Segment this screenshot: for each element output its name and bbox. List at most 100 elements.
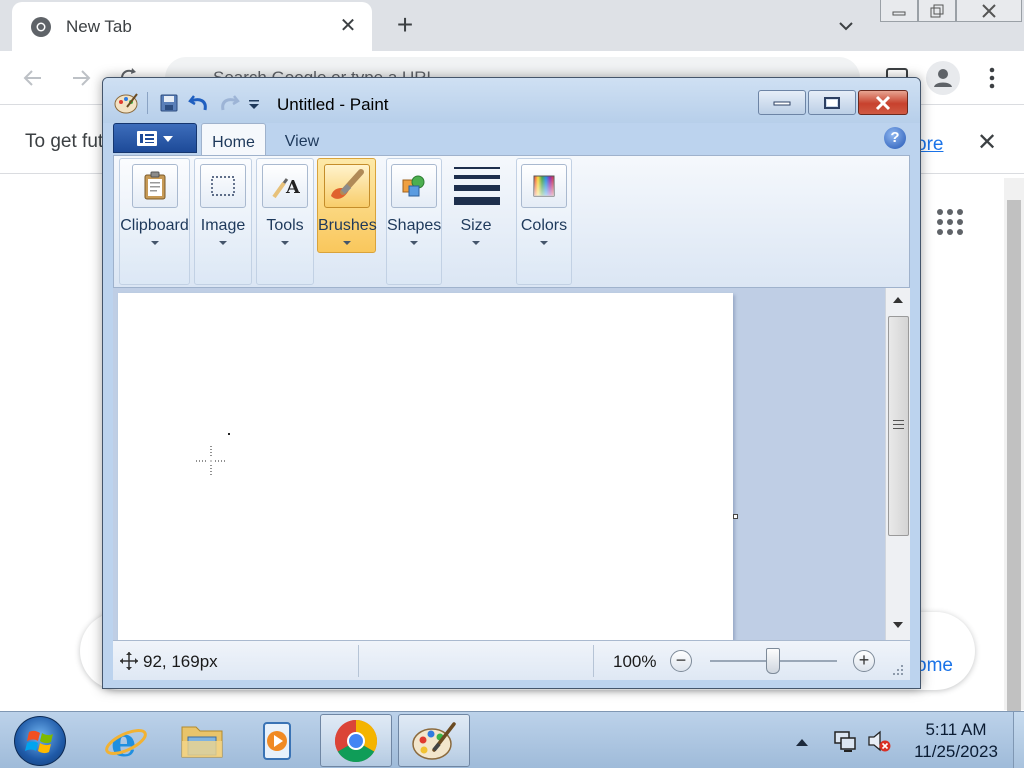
info-bar-close-icon[interactable]: ✕: [977, 128, 997, 157]
canvas-vertical-scrollbar[interactable]: [885, 288, 910, 640]
cursor-position: 92, 169px: [143, 652, 218, 671]
dropdown-arrow-icon: [540, 241, 548, 245]
minimize-icon: [892, 11, 906, 15]
paint-menu-button[interactable]: [113, 123, 197, 153]
paint-maximize-button[interactable]: [808, 90, 856, 115]
profile-avatar[interactable]: [926, 61, 960, 95]
start-button[interactable]: [14, 716, 66, 766]
chrome-minimize-button[interactable]: [880, 0, 918, 22]
paint-titlebar: Untitled - Paint: [103, 78, 920, 123]
paint-minimize-button[interactable]: [758, 90, 806, 115]
customize-chrome-text: ome: [916, 655, 953, 676]
paint-window-title: Untitled - Paint: [277, 95, 389, 114]
group-tools[interactable]: A Tools: [256, 158, 314, 285]
paint-window: Untitled - Paint Home View ? Clipboard I…: [102, 77, 921, 689]
page-scrollbar-thumb[interactable]: [1007, 200, 1021, 720]
clipboard-button[interactable]: [131, 164, 178, 208]
taskbar-file-explorer[interactable]: [166, 714, 238, 767]
group-clipboard[interactable]: Clipboard: [119, 158, 190, 285]
customize-qa-chevron-icon[interactable]: [247, 91, 261, 115]
apps-grid-icon[interactable]: [936, 208, 964, 236]
zoom-level: 100%: [613, 652, 657, 671]
canvas-scrollbar-thumb[interactable]: [888, 316, 909, 536]
brushes-button[interactable]: [323, 164, 370, 208]
redo-icon[interactable]: [217, 91, 241, 115]
kebab-menu-icon[interactable]: [982, 65, 1002, 91]
group-image[interactable]: Image: [194, 158, 252, 285]
chrome-logo-icon: [31, 17, 51, 37]
paint-menu-icon: [137, 131, 173, 146]
colors-button[interactable]: [521, 164, 567, 208]
dropdown-arrow-icon: [281, 241, 289, 245]
undo-icon[interactable]: [187, 91, 211, 115]
group-label-image: Image: [200, 217, 246, 234]
tab-close-icon[interactable]: ✕: [336, 14, 360, 38]
dropdown-arrow-icon: [150, 241, 159, 245]
person-icon: [934, 69, 952, 87]
forward-arrow-icon[interactable]: [68, 65, 94, 91]
scroll-down-arrow-icon[interactable]: [893, 622, 903, 628]
group-brushes[interactable]: Brushes: [317, 158, 377, 253]
scroll-up-arrow-icon[interactable]: [893, 297, 903, 303]
select-icon: [211, 176, 235, 196]
group-shapes[interactable]: Shapes: [386, 158, 442, 285]
zoom-out-button[interactable]: −: [670, 650, 692, 672]
paint-icon: [412, 721, 456, 760]
colors-icon: [533, 175, 555, 197]
new-tab-button[interactable]: +: [392, 11, 418, 39]
zoom-in-button[interactable]: +: [853, 650, 875, 672]
close-icon: [982, 3, 996, 18]
tools-button[interactable]: A: [262, 164, 308, 208]
paint-close-button[interactable]: [858, 90, 908, 115]
show-hidden-icons-icon[interactable]: [796, 739, 808, 746]
tab-search-chevron-icon[interactable]: [834, 14, 858, 38]
grip-icon: [893, 420, 904, 429]
chrome-icon: [334, 719, 378, 762]
zoom-slider-thumb[interactable]: [766, 648, 780, 674]
tab-view[interactable]: View: [271, 123, 333, 156]
ribbon-tab-row: Home View ?: [113, 122, 910, 156]
chrome-tab-new-tab[interactable]: New Tab ✕: [12, 2, 372, 51]
group-colors[interactable]: Colors: [516, 158, 572, 285]
maximize-icon: [824, 96, 840, 109]
select-button[interactable]: [200, 164, 246, 208]
dropdown-arrow-icon: [410, 241, 418, 245]
help-icon[interactable]: ?: [884, 127, 906, 149]
chrome-tab-strip: New Tab ✕ +: [0, 0, 1024, 51]
show-desktop-button[interactable]: [1013, 712, 1024, 768]
volume-muted-icon[interactable]: [866, 728, 892, 754]
group-label-size: Size: [460, 217, 492, 234]
page-scrollbar[interactable]: [1004, 178, 1024, 720]
taskbar-clock[interactable]: 5:11 AM 11/25/2023: [904, 719, 1008, 763]
group-label-shapes: Shapes: [387, 217, 442, 234]
svg-text:A: A: [285, 177, 300, 198]
group-label-colors: Colors: [520, 217, 568, 234]
group-label-clipboard: Clipboard: [120, 217, 189, 234]
shapes-button[interactable]: [391, 164, 437, 208]
chrome-close-button[interactable]: [956, 0, 1022, 22]
canvas-resize-handle[interactable]: [733, 514, 738, 519]
status-bar: 92, 169px 100% − +: [113, 640, 910, 680]
clock-time: 5:11 AM: [925, 720, 987, 739]
internet-explorer-icon: e: [105, 719, 147, 764]
resize-grip-icon[interactable]: [891, 663, 905, 677]
paint-app-icon[interactable]: [113, 91, 139, 115]
taskbar-chrome[interactable]: [320, 714, 392, 767]
dropdown-arrow-icon: [472, 241, 480, 245]
tab-home[interactable]: Home: [201, 123, 266, 156]
network-icon[interactable]: [832, 728, 858, 754]
windows-logo-icon: [25, 730, 53, 754]
ribbon-home: Clipboard Image A Tools Brushes Shapes S…: [113, 155, 910, 288]
back-arrow-icon[interactable]: [20, 65, 46, 91]
restore-icon: [930, 4, 944, 17]
folder-icon: [181, 726, 223, 757]
drawing-canvas[interactable]: [118, 293, 733, 640]
taskbar-internet-explorer[interactable]: e: [90, 714, 162, 767]
chrome-restore-button[interactable]: [918, 0, 956, 22]
media-player-icon: [263, 721, 291, 760]
save-icon[interactable]: [158, 91, 180, 115]
group-size[interactable]: Size: [446, 158, 506, 285]
taskbar-paint[interactable]: [398, 714, 470, 767]
group-label-brushes: Brushes: [318, 217, 377, 234]
taskbar-media-player[interactable]: [242, 714, 314, 767]
